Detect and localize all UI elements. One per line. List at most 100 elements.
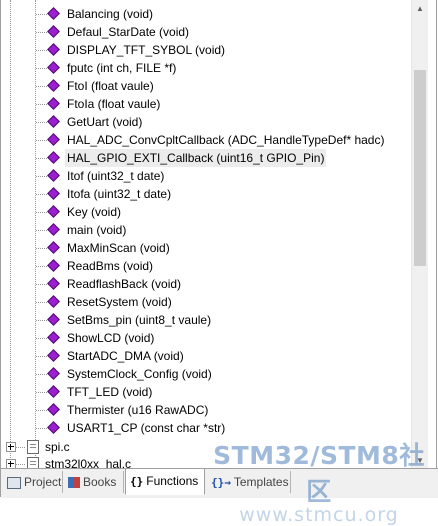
tree-connector	[36, 212, 47, 213]
function-diamond-icon	[47, 385, 60, 398]
function-label: HAL_ADC_ConvCpltCallback (ADC_HandleType…	[67, 133, 385, 147]
function-diamond-icon	[47, 115, 60, 128]
tree-root-line	[10, 0, 11, 468]
function-label: GetUart (void)	[67, 115, 143, 129]
function-label: StartADC_DMA (void)	[67, 349, 184, 363]
tree-branch-line	[35, 0, 36, 468]
function-label: Itofa (uint32_t date)	[67, 187, 172, 201]
tree-connector	[36, 338, 47, 339]
tree-connector	[36, 302, 47, 303]
vertical-scrollbar[interactable]: ▲ ▼	[411, 0, 428, 468]
function-label: ReadflashBack (void)	[67, 277, 182, 291]
function-label: main (void)	[67, 223, 127, 237]
tree-connector	[36, 266, 47, 267]
tree-connector	[36, 248, 47, 249]
function-diamond-icon	[47, 133, 60, 146]
tab-templates[interactable]: {}→ Templates	[207, 471, 291, 493]
function-label: MaxMinScan (void)	[67, 241, 170, 255]
function-diamond-icon	[47, 79, 60, 92]
tree-connector	[15, 447, 25, 448]
functions-tree: Balancing (void) Defaul_StarDate (void) DI…	[1, 0, 411, 468]
function-label: Defaul_StarDate (void)	[67, 25, 190, 39]
tree-connector	[36, 86, 47, 87]
scroll-down-arrow-icon[interactable]: ▼	[412, 452, 428, 468]
function-diamond-icon	[47, 205, 60, 218]
function-label: Thermister (u16 RawADC)	[67, 403, 209, 417]
tree-connector	[36, 104, 47, 105]
function-label: fputc (int ch, FILE *f)	[67, 61, 177, 75]
function-diamond-icon	[47, 151, 60, 164]
bottom-tab-bar: Project Books {} Functions {}→ Templates	[1, 468, 438, 498]
tree-connector	[36, 320, 47, 321]
tree-connector	[36, 122, 47, 123]
templates-icon: {}→	[211, 475, 231, 489]
tree-connector	[36, 140, 47, 141]
functions-panel: Balancing (void) Defaul_StarDate (void) DI…	[0, 0, 438, 526]
tree-connector	[36, 68, 47, 69]
function-label: SystemClock_Config (void)	[67, 367, 212, 381]
function-diamond-icon	[47, 295, 60, 308]
tree-connector	[36, 428, 47, 429]
function-diamond-icon	[47, 43, 60, 56]
function-diamond-icon	[47, 7, 60, 20]
function-diamond-icon	[47, 421, 60, 434]
function-label: Itof (uint32_t date)	[67, 169, 165, 183]
scroll-up-arrow-icon[interactable]: ▲	[412, 0, 428, 16]
function-label: Key (void)	[67, 205, 122, 219]
tree-connector	[15, 464, 25, 465]
tree-connector	[36, 230, 47, 231]
function-diamond-icon	[47, 223, 60, 236]
tree-connector	[36, 374, 47, 375]
tree-connector	[36, 50, 47, 51]
tab-books-label: Books	[83, 475, 117, 489]
function-diamond-icon	[47, 259, 60, 272]
tree-connector	[36, 14, 47, 15]
function-diamond-icon	[47, 241, 60, 254]
function-diamond-icon	[47, 403, 60, 416]
function-label: TFT_LED (void)	[67, 385, 153, 399]
function-label: ResetSystem (void)	[67, 295, 172, 309]
project-icon	[7, 476, 21, 489]
function-diamond-icon	[47, 331, 60, 344]
scrollbar-thumb[interactable]	[414, 70, 426, 266]
file-icon	[27, 440, 39, 454]
function-diamond-icon	[47, 169, 60, 182]
function-diamond-icon	[47, 97, 60, 110]
function-label: DISPLAY_TFT_SYBOL (void)	[67, 43, 226, 57]
tab-templates-label: Templates	[233, 475, 289, 489]
tree-connector	[36, 410, 47, 411]
function-label: FtoI (float vaule)	[67, 79, 154, 93]
tree-connector	[36, 392, 47, 393]
file-label: stm32l0xx_hal.c	[45, 457, 132, 468]
function-diamond-icon	[47, 25, 60, 38]
function-label: FtoIa (float vaule)	[67, 97, 161, 111]
file-icon	[27, 457, 39, 468]
function-diamond-icon	[47, 349, 60, 362]
tree-connector	[36, 176, 47, 177]
tree-connector	[36, 32, 47, 33]
function-label: ReadBms (void)	[67, 259, 154, 273]
function-diamond-icon	[47, 277, 60, 290]
function-label: SetBms_pin (uint8_t vaule)	[67, 313, 212, 327]
tree-connector	[36, 194, 47, 195]
tab-project-label: Project	[24, 475, 62, 489]
function-diamond-icon	[47, 187, 60, 200]
tab-functions-label: Functions	[146, 474, 199, 488]
tree-connector	[36, 356, 47, 357]
tree-connector	[36, 158, 47, 159]
file-label: spi.c	[45, 440, 70, 454]
function-diamond-icon	[47, 61, 60, 74]
function-diamond-icon	[47, 313, 60, 326]
functions-icon: {}	[130, 474, 144, 488]
books-icon	[68, 477, 80, 489]
function-label: Balancing (void)	[67, 7, 154, 21]
tab-project[interactable]: Project	[3, 471, 63, 493]
tab-functions[interactable]: {} Functions	[125, 469, 205, 495]
tree-connector	[36, 284, 47, 285]
function-label: USART1_CP (const char *str)	[67, 421, 226, 435]
function-label: ShowLCD (void)	[67, 331, 155, 345]
function-label: HAL_GPIO_EXTI_Callback (uint16_t GPIO_Pi…	[65, 149, 327, 167]
tab-books[interactable]: Books	[64, 471, 124, 493]
function-diamond-icon	[47, 367, 60, 380]
watermark-url: www.stmcu.org	[239, 504, 399, 526]
